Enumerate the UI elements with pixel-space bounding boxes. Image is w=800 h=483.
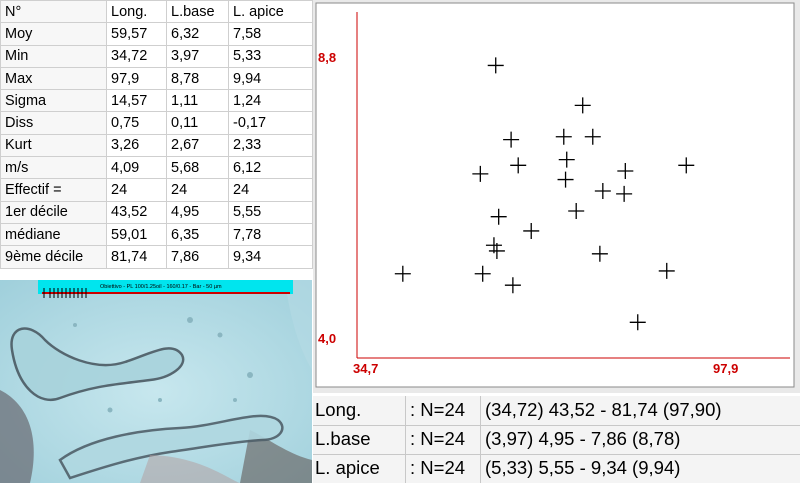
value-range: (5,33) 5,55 - 9,34 (9,94) [485,457,681,478]
column-header: Long. [106,0,167,24]
table-cell: 43,52 [106,200,167,224]
row-label: Min [0,44,107,68]
scale-bar-label: Obiettivo - PL 100/1.25oil - 160/0.17 - … [100,284,222,290]
sample-count: : N=24 [410,457,466,478]
row-label: 1er décile [0,200,107,224]
table-cell: 1,11 [166,89,229,113]
row-label: Diss [0,111,107,135]
variable-name: L.base [315,428,371,449]
summary-panel: Long. : N=24 (34,72) 43,52 - 81,74 (97,9… [313,396,800,483]
table-cell: 2,33 [228,133,313,158]
table-cell: 2,67 [166,133,229,158]
column-header: L.base [166,0,229,24]
table-cell: 0,75 [106,111,167,135]
table-row: Sigma 14,57 1,11 1,24 [0,89,313,113]
table-cell: 0,11 [166,111,229,135]
row-label: Max [0,66,107,91]
variable-name: L. apice [315,457,380,478]
y-tick-max: 8,8 [318,50,336,65]
table-cell: 7,58 [228,22,313,46]
row-label: Effectif = [0,178,107,202]
row-label: médiane [0,222,107,247]
table-cell: 4,95 [166,200,229,224]
table-cell: 97,9 [106,66,167,91]
y-tick-min: 4,0 [318,331,336,346]
row-label: Moy [0,22,107,46]
sample-count: : N=24 [410,399,466,420]
table-cell: 24 [166,178,229,202]
table-cell: 5,68 [166,156,229,180]
table-cell: 81,74 [106,245,167,269]
table-cell: 6,32 [166,22,229,46]
scatter-plot: 8,8 4,0 34,7 97,9 [315,2,795,388]
table-cell: 34,72 [106,44,167,68]
table-cell: 14,57 [106,89,167,113]
table-cell: 9,94 [228,66,313,91]
table-cell: 9,34 [228,245,313,269]
row-label: Kurt [0,133,107,158]
statistics-table: N° Long. L.base L. apice Moy 59,57 6,32 … [0,0,313,280]
scatter-plot-panel: 8,8 4,0 34,7 97,9 [313,0,800,393]
summary-row: L. apice : N=24 (5,33) 5,55 - 9,34 (9,94… [313,454,800,483]
table-cell: 8,78 [166,66,229,91]
table-cell: 6,12 [228,156,313,180]
row-label: 9ème décile [0,245,107,269]
table-cell: 24 [106,178,167,202]
table-row: Kurt 3,26 2,67 2,33 [0,133,313,158]
table-cell: 59,01 [106,222,167,247]
table-cell: 5,33 [228,44,313,68]
table-cell: 5,55 [228,200,313,224]
table-cell: -0,17 [228,111,313,135]
table-cell: 7,86 [166,245,229,269]
table-cell: 4,09 [106,156,167,180]
x-tick-min: 34,7 [353,361,378,376]
table-row: Moy 59,57 6,32 7,58 [0,22,313,46]
column-header: L. apice [228,0,313,24]
row-label: m/s [0,156,107,180]
table-cell: 1,24 [228,89,313,113]
value-range: (34,72) 43,52 - 81,74 (97,90) [485,399,722,420]
table-cell: 7,78 [228,222,313,247]
row-label: Sigma [0,89,107,113]
table-row: 9ème décile 81,74 7,86 9,34 [0,245,313,269]
table-header-row: N° Long. L.base L. apice [0,0,313,24]
micrograph-image: Obiettivo - PL 100/1.25oil - 160/0.17 - … [0,280,312,483]
table-cell: 3,26 [106,133,167,158]
column-header: N° [0,0,107,24]
sample-count: : N=24 [410,428,466,449]
table-cell: 3,97 [166,44,229,68]
table-cell: 24 [228,178,313,202]
table-row: Effectif = 24 24 24 [0,178,313,202]
table-row: 1er décile 43,52 4,95 5,55 [0,200,313,224]
table-cell: 59,57 [106,22,167,46]
table-row: m/s 4,09 5,68 6,12 [0,156,313,180]
x-tick-max: 97,9 [713,361,738,376]
table-row: Min 34,72 3,97 5,33 [0,44,313,68]
table-row: Max 97,9 8,78 9,94 [0,66,313,91]
summary-row: Long. : N=24 (34,72) 43,52 - 81,74 (97,9… [313,396,800,425]
table-cell: 6,35 [166,222,229,247]
summary-row: L.base : N=24 (3,97) 4,95 - 7,86 (8,78) [313,425,800,454]
table-row: Diss 0,75 0,11 -0,17 [0,111,313,135]
variable-name: Long. [315,399,362,420]
table-row: médiane 59,01 6,35 7,78 [0,222,313,247]
value-range: (3,97) 4,95 - 7,86 (8,78) [485,428,681,449]
